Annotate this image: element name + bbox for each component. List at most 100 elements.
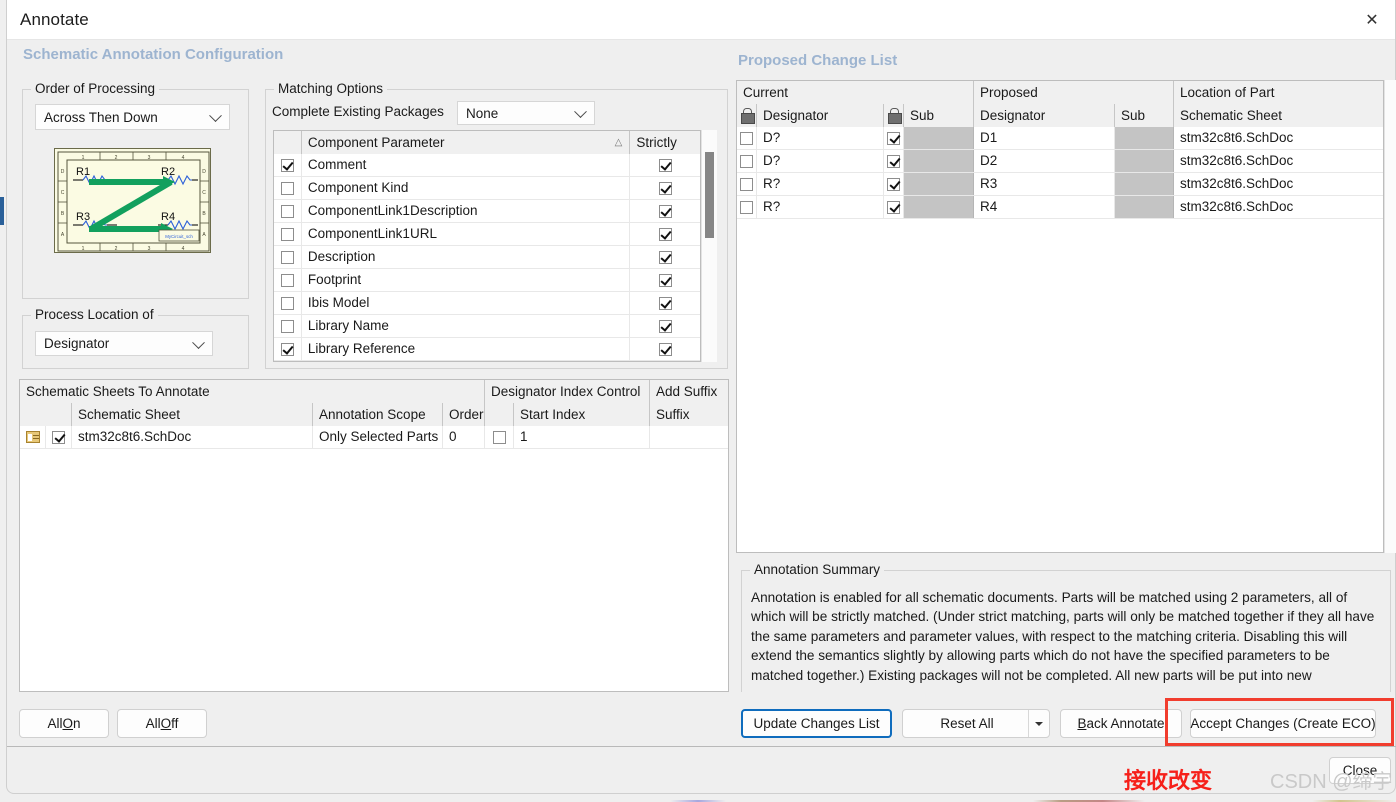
checkbox-icon[interactable] xyxy=(887,177,900,191)
checkbox-icon[interactable] xyxy=(658,273,672,287)
checkbox-icon[interactable] xyxy=(658,319,672,333)
sheet-enable-checkbox-cell[interactable] xyxy=(46,426,72,448)
parameter-strictly-checkbox-cell[interactable] xyxy=(630,200,700,222)
checkbox-icon[interactable] xyxy=(658,204,672,218)
parameter-enable-checkbox-cell[interactable] xyxy=(274,200,302,222)
header-cell-component-parameter[interactable]: Component Parameter △ xyxy=(301,131,631,154)
parameter-strictly-checkbox-cell[interactable] xyxy=(630,223,700,245)
header-cell-proposed-designator[interactable]: Designator xyxy=(974,103,1115,127)
checkbox-icon[interactable] xyxy=(280,342,294,356)
header-cell-current-sub-lock[interactable] xyxy=(884,103,904,127)
row-select-checkbox-cell[interactable] xyxy=(737,196,757,218)
suffix-cell[interactable] xyxy=(650,426,728,448)
checkbox-icon[interactable] xyxy=(887,154,900,168)
checkbox-icon[interactable] xyxy=(658,250,672,264)
table-row[interactable]: ComponentLink1Description xyxy=(274,200,700,223)
parameter-strictly-checkbox-cell[interactable] xyxy=(630,177,700,199)
close-icon[interactable]: ✕ xyxy=(1349,0,1395,39)
table-row[interactable]: D? D1 stm32c8t6.SchDoc xyxy=(737,127,1383,150)
table-row[interactable]: stm32c8t6.SchDoc Only Selected Parts 0 1 xyxy=(20,426,728,449)
table-row[interactable]: Ibis Model xyxy=(274,292,700,315)
checkbox-icon[interactable] xyxy=(280,227,294,241)
checkbox-icon[interactable] xyxy=(280,158,294,172)
table-row[interactable]: R? R4 stm32c8t6.SchDoc xyxy=(737,196,1383,219)
checkbox-icon[interactable] xyxy=(280,296,294,310)
current-sub-lock-checkbox-cell[interactable] xyxy=(884,127,904,149)
change-list-scrollbar[interactable] xyxy=(1384,80,1396,553)
start-index-cell[interactable]: 1 xyxy=(514,426,650,448)
header-cell-current-designator[interactable]: Designator xyxy=(757,103,884,127)
checkbox-icon[interactable] xyxy=(280,204,294,218)
header-cell-current-sub[interactable]: Sub xyxy=(904,103,974,127)
order-cell[interactable]: 0 xyxy=(443,426,485,448)
checkbox-icon[interactable] xyxy=(740,200,753,214)
table-row[interactable]: Library Name xyxy=(274,315,700,338)
order-of-processing-combobox[interactable]: Across Then Down xyxy=(35,104,230,130)
checkbox-icon[interactable] xyxy=(740,177,753,191)
table-row[interactable]: R? R3 stm32c8t6.SchDoc xyxy=(737,173,1383,196)
parameter-enable-checkbox-cell[interactable] xyxy=(274,338,302,360)
header-cell-order[interactable]: Order xyxy=(443,402,485,426)
row-select-checkbox-cell[interactable] xyxy=(737,173,757,195)
header-cell-current-lock[interactable] xyxy=(737,103,757,127)
schematic-sheet-cell[interactable]: stm32c8t6.SchDoc xyxy=(72,426,313,448)
checkbox-icon[interactable] xyxy=(887,131,900,145)
accept-changes-button[interactable]: Accept Changes (Create ECO) xyxy=(1190,709,1376,738)
parameter-strictly-checkbox-cell[interactable] xyxy=(630,154,700,176)
scrollbar-thumb[interactable] xyxy=(705,152,714,238)
checkbox-icon[interactable] xyxy=(740,154,753,168)
caret-down-icon[interactable] xyxy=(1028,710,1049,737)
parameter-strictly-checkbox-cell[interactable] xyxy=(630,315,700,337)
table-row[interactable]: D? D2 stm32c8t6.SchDoc xyxy=(737,150,1383,173)
checkbox-icon[interactable] xyxy=(658,181,672,195)
schematic-sheets-grid[interactable]: Schematic Sheets To Annotate Designator … xyxy=(19,379,729,692)
row-select-checkbox-cell[interactable] xyxy=(737,127,757,149)
proposed-designator-cell[interactable]: R4 xyxy=(974,196,1115,218)
parameter-strictly-checkbox-cell[interactable] xyxy=(630,269,700,291)
header-cell-start-index[interactable]: Start Index xyxy=(514,402,650,426)
header-cell-annotation-scope[interactable]: Annotation Scope xyxy=(313,402,443,426)
header-cell-schematic-sheet[interactable]: Schematic Sheet xyxy=(1174,103,1383,127)
update-changes-list-button[interactable]: Update Changes List xyxy=(741,709,892,738)
parameter-enable-checkbox-cell[interactable] xyxy=(274,177,302,199)
header-cell-strictly[interactable]: Strictly xyxy=(630,131,700,154)
checkbox-icon[interactable] xyxy=(280,319,294,333)
checkbox-icon[interactable] xyxy=(52,430,65,444)
current-sub-lock-checkbox-cell[interactable] xyxy=(884,150,904,172)
table-row[interactable]: ComponentLink1URL xyxy=(274,223,700,246)
checkbox-icon[interactable] xyxy=(658,342,672,356)
checkbox-icon[interactable] xyxy=(658,158,672,172)
process-location-of-combobox[interactable]: Designator xyxy=(35,331,213,356)
header-cell-suffix[interactable]: Suffix xyxy=(650,402,728,426)
header-cell-proposed-sub[interactable]: Sub xyxy=(1115,103,1174,127)
checkbox-icon[interactable] xyxy=(740,131,753,145)
parameter-strictly-checkbox-cell[interactable] xyxy=(630,246,700,268)
current-sub-lock-checkbox-cell[interactable] xyxy=(884,173,904,195)
index-enable-checkbox-cell[interactable] xyxy=(485,426,514,448)
complete-existing-packages-combobox[interactable]: None xyxy=(457,101,595,125)
table-row[interactable]: Comment xyxy=(274,154,700,177)
reset-all-button[interactable]: Reset All xyxy=(902,709,1050,738)
all-on-button[interactable]: All On xyxy=(19,709,109,738)
component-parameter-grid[interactable]: Component Parameter △ Strictly Comment Co… xyxy=(273,130,701,362)
header-cell-schematic-sheet[interactable]: Schematic Sheet xyxy=(72,402,313,426)
proposed-designator-cell[interactable]: D2 xyxy=(974,150,1115,172)
checkbox-icon[interactable] xyxy=(658,296,672,310)
checkbox-icon[interactable] xyxy=(658,227,672,241)
table-row[interactable]: Component Kind xyxy=(274,177,700,200)
parameter-strictly-checkbox-cell[interactable] xyxy=(630,338,700,360)
table-row[interactable]: Description xyxy=(274,246,700,269)
all-off-button[interactable]: All Off xyxy=(117,709,207,738)
parameter-enable-checkbox-cell[interactable] xyxy=(274,223,302,245)
row-select-checkbox-cell[interactable] xyxy=(737,150,757,172)
current-sub-lock-checkbox-cell[interactable] xyxy=(884,196,904,218)
annotation-scope-cell[interactable]: Only Selected Parts xyxy=(313,426,443,448)
parameter-strictly-checkbox-cell[interactable] xyxy=(630,292,700,314)
parameter-enable-checkbox-cell[interactable] xyxy=(274,315,302,337)
checkbox-icon[interactable] xyxy=(492,430,506,444)
checkbox-icon[interactable] xyxy=(280,273,294,287)
parameter-enable-checkbox-cell[interactable] xyxy=(274,246,302,268)
parameter-enable-checkbox-cell[interactable] xyxy=(274,154,302,176)
checkbox-icon[interactable] xyxy=(887,200,900,214)
checkbox-icon[interactable] xyxy=(280,181,294,195)
